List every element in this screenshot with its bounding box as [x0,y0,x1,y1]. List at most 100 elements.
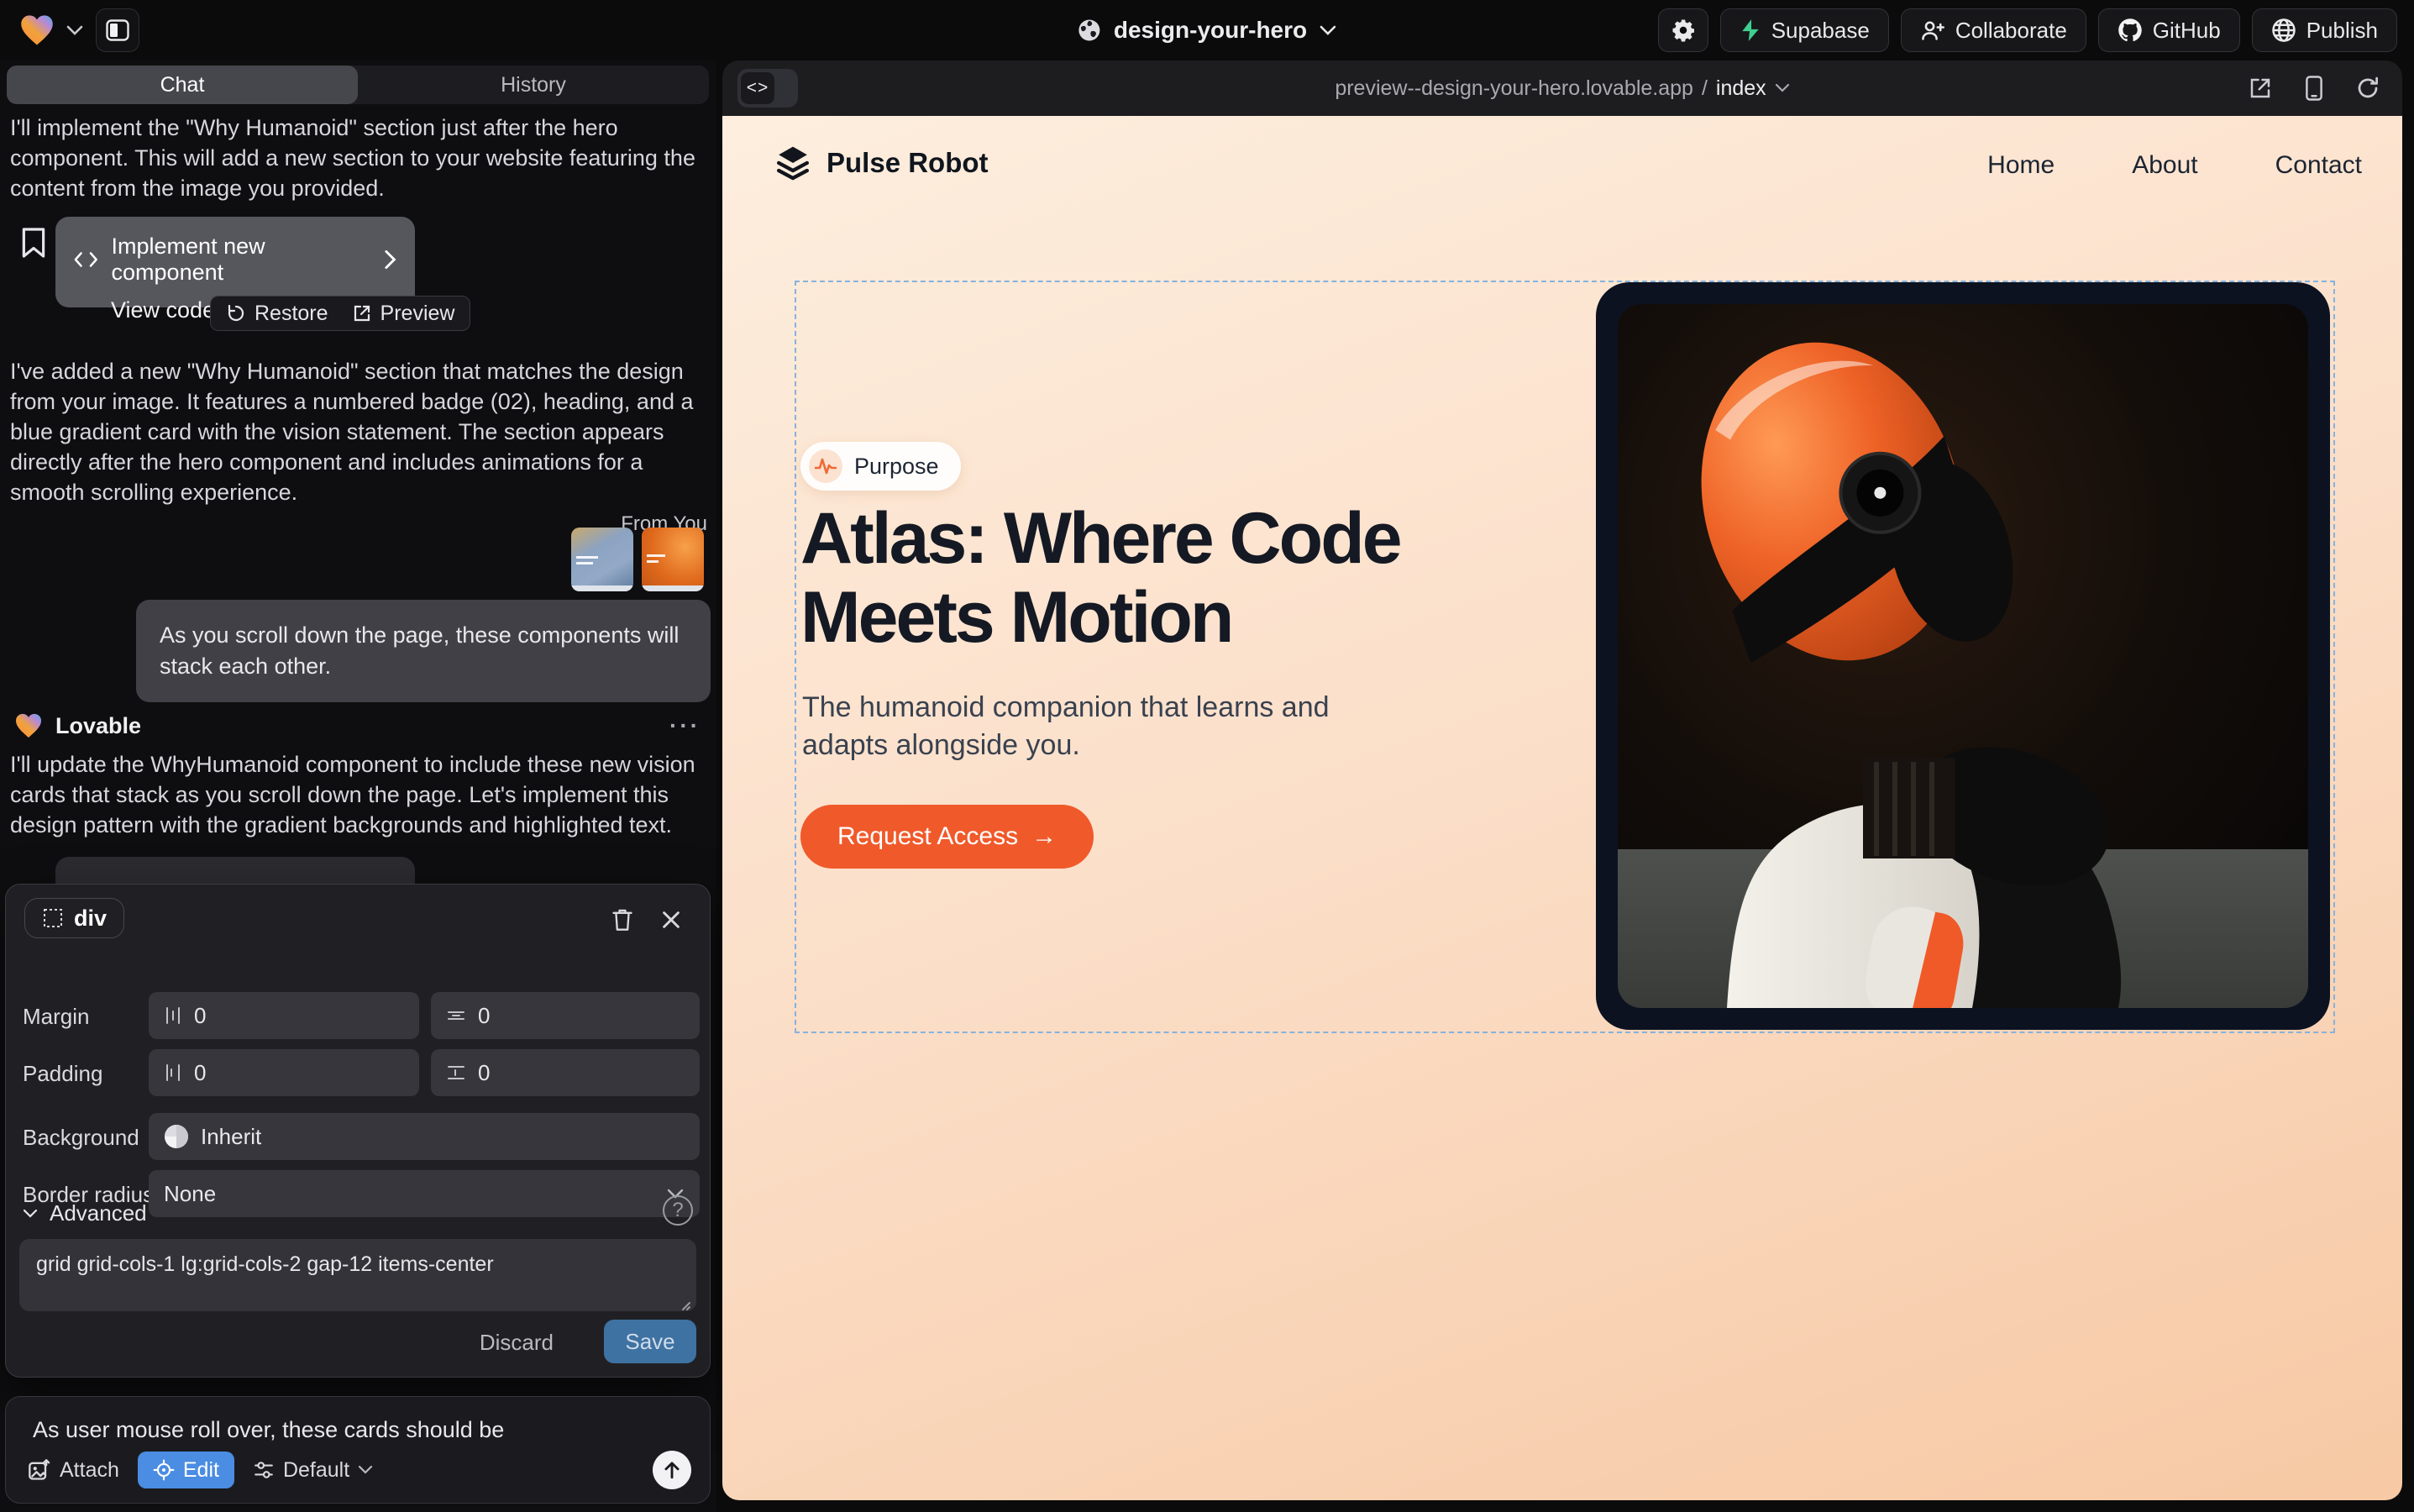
top-bar-actions: Supabase Collaborate GitHub [1658,0,2397,60]
attachment-thumbnail-2[interactable] [642,528,704,591]
mobile-view-icon[interactable] [2303,75,2325,102]
top-bar-left [20,0,139,60]
preview-top-bar: <> preview--design-your-hero.lovable.app… [722,60,2402,116]
tab-history[interactable]: History [358,66,709,104]
site-logo[interactable]: Pulse Robot [774,144,989,181]
site-brand-name: Pulse Robot [827,147,989,179]
message-more-button[interactable]: ··· [669,712,701,739]
element-box-icon [42,907,64,929]
attachment-thumbnail-1[interactable] [571,528,633,591]
chat-composer[interactable]: As user mouse roll over, these cards sho… [5,1396,711,1504]
background-input[interactable]: Inherit [149,1113,700,1160]
version-actions: Restore Preview [210,296,470,331]
assistant-message-2: I've added a new "Why Humanoid" section … [10,356,709,507]
attach-image-icon [28,1459,51,1481]
mode-select[interactable]: Default [253,1458,373,1483]
composer-toolbar: Attach Edit Default [28,1451,691,1489]
margin-horizontal-icon [164,1005,182,1026]
send-button[interactable] [653,1451,691,1489]
chat-sidebar: Chat History I'll implement the "Why Hum… [0,60,716,1512]
pulse-icon [815,457,837,475]
margin-x-input[interactable]: 0 [149,992,419,1039]
open-external-icon[interactable] [2248,76,2273,101]
margin-vertical-icon [446,1006,466,1025]
background-label: Background [23,1125,139,1151]
open-preview-icon [352,303,372,323]
lovable-heart-icon [15,713,42,738]
advanced-section-toggle[interactable]: Advanced [23,1200,147,1226]
logo-chevron-down-icon[interactable] [66,24,84,36]
assistant-header: Lovable ··· [15,709,701,743]
bookmark-icon[interactable] [20,227,47,259]
edit-mode-button[interactable]: Edit [138,1452,234,1488]
refresh-icon[interactable] [2355,76,2380,101]
panel-layout-icon [106,19,129,41]
selected-element-pill[interactable]: div [24,898,124,938]
mode-chevron-down-icon [358,1465,373,1475]
close-panel-button[interactable] [654,903,688,937]
robot-illustration [1618,304,2308,1008]
project-switcher[interactable]: design-your-hero [1077,0,1337,60]
padding-y-input[interactable]: 0 [431,1049,700,1096]
lovable-logo-icon[interactable] [20,14,54,46]
settings-button[interactable] [1658,8,1708,52]
nav-home[interactable]: Home [1987,151,2055,180]
discard-button[interactable]: Discard [480,1330,554,1356]
trash-icon [611,908,633,932]
collaborate-button[interactable]: Collaborate [1901,8,2086,52]
collaborate-users-icon [1920,18,1945,42]
restore-button[interactable]: Restore [226,302,328,326]
component-card-header: Implement new component [74,234,396,286]
hero-subtitle: The humanoid companion that learns and a… [802,689,1390,764]
github-button[interactable]: GitHub [2098,8,2240,52]
composer-input[interactable]: As user mouse roll over, these cards sho… [33,1417,504,1443]
selected-element-name: div [74,906,107,932]
assistant-message-3: I'll update the WhyHumanoid component to… [10,749,709,840]
padding-vertical-icon [446,1063,466,1082]
site-nav: Home About Contact [1987,151,2362,180]
purpose-badge: Purpose [800,442,961,491]
attach-button[interactable]: Attach [28,1458,119,1483]
component-version-card[interactable]: Implement new component View code [55,217,415,307]
delete-element-button[interactable] [606,903,639,937]
nav-contact[interactable]: Contact [2275,151,2362,180]
hero-heading-line1: Atlas: Where Code [800,499,1400,578]
publish-globe-icon [2271,18,2296,43]
padding-horizontal-icon [164,1063,182,1083]
close-icon [661,910,681,930]
component-card-title: Implement new component [112,234,370,286]
supabase-icon [1740,18,1761,42]
chevron-right-icon [384,249,396,270]
project-name: design-your-hero [1114,17,1307,44]
preview-page: index [1716,76,1766,101]
preview-url-bar[interactable]: preview--design-your-hero.lovable.app / … [722,60,2402,116]
border-radius-select[interactable]: None [149,1170,700,1217]
assistant-name: Lovable [55,713,141,739]
advanced-chevron-icon [23,1209,38,1219]
padding-x-input[interactable]: 0 [149,1049,419,1096]
preview-button[interactable]: Preview [352,302,455,326]
advanced-help-icon[interactable]: ? [663,1195,693,1226]
transparency-swatch-icon [164,1124,189,1149]
sidebar-toggle-button[interactable] [96,8,139,52]
user-note-bubble: As you scroll down the page, these compo… [136,600,711,702]
save-button[interactable]: Save [604,1320,696,1363]
publish-button[interactable]: Publish [2252,8,2397,52]
occluded-component-card [55,857,415,885]
supabase-button[interactable]: Supabase [1720,8,1889,52]
restore-icon [226,303,246,323]
preview-actions [2248,60,2380,116]
nav-about[interactable]: About [2132,151,2197,180]
margin-label: Margin [23,1004,89,1030]
send-arrow-up-icon [663,1460,681,1480]
tailwind-classes-textarea[interactable]: grid grid-cols-1 lg:grid-cols-2 gap-12 i… [19,1239,696,1311]
top-bar: design-your-hero Supabase [0,0,2414,60]
chat-history-tabs: Chat History [7,66,709,104]
project-chevron-down-icon [1319,24,1337,36]
resize-handle-icon[interactable] [678,1298,691,1311]
page-chevron-down-icon [1775,83,1790,93]
request-access-button[interactable]: Request Access → [800,805,1094,869]
tab-chat[interactable]: Chat [7,66,358,104]
margin-y-input[interactable]: 0 [431,992,700,1039]
preview-url: preview--design-your-hero.lovable.app [1335,76,1693,101]
